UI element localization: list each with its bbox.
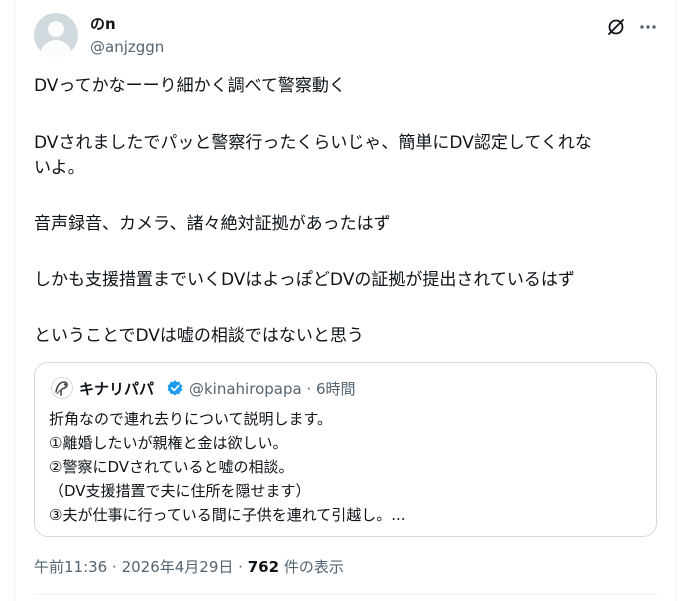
view-count: 762	[247, 558, 280, 576]
quoted-tweet-card[interactable]: キナリパパ @kinahiropapa · 6時間 折角なので連れ去りについて説…	[34, 362, 657, 537]
quoted-tweet-text: 折角なので連れ去りについて説明します。 ①離婚したいが親権と金は欲しい。 ②警察…	[49, 407, 649, 527]
meta-separator: ·	[306, 380, 312, 398]
tweet-date[interactable]: 2026年4月29日	[122, 558, 234, 576]
quoted-tweet-time[interactable]: 6時間	[316, 380, 356, 398]
tweet-metadata: 午前11:36 · 2026年4月29日 · 762 件の表示	[34, 556, 344, 577]
view-count-label: 件の表示	[283, 558, 344, 576]
quoted-author-handle[interactable]: @kinahiropapa	[189, 380, 302, 398]
meta-separator: ·	[112, 558, 117, 576]
avatar-body-shape	[40, 40, 72, 57]
quoted-line: （DV支援措置で夫に住所を隠せます）	[49, 482, 311, 500]
tweet-paragraph: しかも支援措置までいくDVはよっぽどDVの証拠が提出されているはず	[34, 270, 575, 290]
tweet-paragraph: DVされましたでパッと警察行ったくらいじゃ、簡単にDV認定してくれな いよ。	[34, 133, 592, 178]
divider	[34, 594, 657, 595]
tweet-paragraph: 音声録音、カメラ、諸々絶対証拠があったはず	[34, 214, 391, 234]
author-handle[interactable]: @anjzggn	[90, 38, 164, 56]
tweet-paragraph: DVってかなーーり細かく調べて警察動く	[34, 76, 346, 96]
quoted-author-avatar-icon[interactable]	[51, 377, 73, 399]
quoted-author-name[interactable]: キナリパパ	[79, 378, 154, 399]
quoted-line: ③夫が仕事に行っている間に子供を連れて引越し。...	[49, 506, 406, 524]
more-options-icon[interactable]	[638, 17, 658, 37]
quoted-line: ①離婚したいが親権と金は欲しい。	[49, 434, 288, 452]
tweet-paragraph: ということでDVは嘘の相談ではないと思う	[34, 326, 364, 346]
quoted-line: 折角なので連れ去りについて説明します。	[49, 410, 333, 428]
author-avatar[interactable]	[34, 13, 78, 57]
quoted-line: ②警察にDVされていると嘘の相談。	[49, 458, 294, 476]
tweet-time[interactable]: 午前11:36	[34, 558, 107, 576]
quoted-author-meta: @kinahiropapa · 6時間	[189, 378, 356, 399]
author-display-name[interactable]: のn	[90, 13, 116, 34]
meta-separator: ·	[238, 558, 243, 576]
verified-badge-icon	[167, 380, 183, 396]
grok-icon[interactable]	[606, 17, 626, 37]
avatar-head-shape	[48, 21, 64, 37]
